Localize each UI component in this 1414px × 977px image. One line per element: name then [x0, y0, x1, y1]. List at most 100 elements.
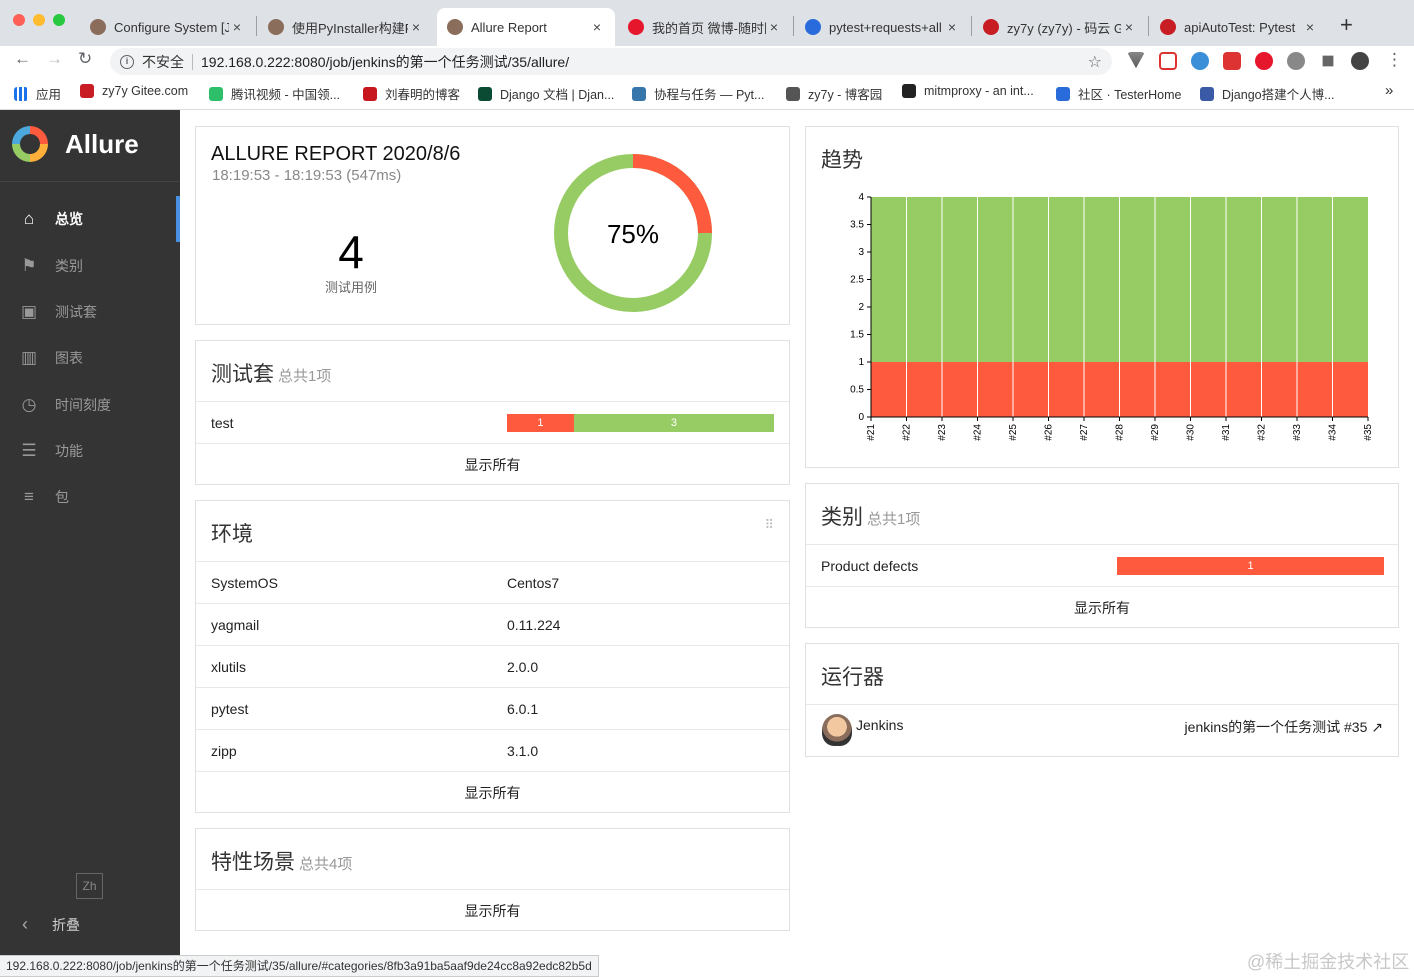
trend-x-tick-label: #28 — [1115, 424, 1126, 441]
browser-tab[interactable]: apiAutoTest: Pytest × — [1150, 8, 1328, 46]
reload-icon[interactable]: ↻ — [78, 49, 92, 69]
executors-widget: 运行器 Jenkins jenkins的第一个任务测试 #35 ↗ — [805, 643, 1399, 757]
trend-x-tick-label: #34 — [1328, 424, 1339, 441]
allure-logo-icon — [12, 126, 48, 162]
sidebar-item-label: 功能 — [55, 443, 83, 459]
trend-y-tick-label: 1 — [858, 357, 864, 368]
tab-favicon-icon — [805, 19, 821, 35]
bookmark-item[interactable]: mitmproxy - an int... — [902, 84, 1034, 98]
bookmark-item[interactable]: Django 文档 | Djan... — [478, 84, 614, 103]
extension-globe-icon[interactable] — [1191, 52, 1209, 70]
drag-handle-icon[interactable]: ⠿ — [764, 517, 773, 533]
suite-row[interactable]: test 1 3 — [196, 401, 789, 443]
bookmark-item[interactable]: zy7y Gitee.com — [80, 84, 188, 98]
trend-y-tick-label: 3.5 — [850, 220, 864, 231]
bookmark-item[interactable]: 刘春明的博客 — [363, 84, 460, 103]
environment-key: xlutils — [211, 658, 247, 675]
profile-avatar-icon[interactable] — [1351, 52, 1369, 70]
bookmark-item[interactable]: 社区 · TesterHome — [1056, 84, 1182, 103]
trend-x-tick-label: #22 — [902, 424, 913, 441]
bookmark-label: 刘春明的博客 — [385, 88, 461, 102]
tab-close-icon[interactable]: × — [1121, 19, 1137, 35]
browser-tab[interactable]: 我的首页 微博-随时随 × — [618, 8, 792, 46]
close-window-button[interactable] — [13, 14, 25, 26]
executor-row: Jenkins jenkins的第一个任务测试 #35 ↗ — [806, 704, 1398, 757]
tab-close-icon[interactable]: × — [229, 19, 245, 35]
extensions-puzzle-icon[interactable] — [1322, 55, 1334, 67]
environment-show-all-button[interactable]: 显示所有 — [196, 771, 789, 813]
executor-build-label: jenkins的第一个任务测试 #35 — [1184, 719, 1368, 735]
sidebar-item-3[interactable]: ▣ 测试套 — [0, 289, 180, 335]
bookmark-star-icon[interactable]: ☆ — [1088, 52, 1102, 72]
sidebar-item-2[interactable]: ⚑ 类别 — [0, 243, 180, 289]
browser-tab[interactable]: zy7y (zy7y) - 码云 G × — [973, 8, 1147, 46]
bookmark-item[interactable]: 应用 — [14, 84, 61, 103]
extension-red-icon[interactable] — [1159, 52, 1177, 70]
extension-cloud-icon[interactable] — [1287, 52, 1305, 70]
tab-close-icon[interactable]: × — [944, 19, 960, 35]
environment-value: 0.11.224 — [507, 616, 561, 633]
categories-show-all-button[interactable]: 显示所有 — [806, 586, 1398, 628]
browser-tab[interactable]: Allure Report × — [437, 8, 615, 46]
tab-close-icon[interactable]: × — [589, 19, 605, 35]
bookmark-item[interactable]: 协程与任务 — Pyt... — [632, 84, 764, 103]
browser-tab[interactable]: Configure System [J × — [80, 8, 255, 46]
category-name: Product defects — [821, 557, 919, 574]
bookmark-item[interactable]: Django搭建个人博... — [1200, 84, 1335, 103]
collapse-button[interactable]: ‹ 折叠 — [22, 914, 80, 935]
insecure-label: 不安全 — [142, 53, 184, 70]
categories-count: 总共1项 — [867, 511, 921, 528]
environment-key: pytest — [211, 700, 249, 717]
trend-x-tick-label: #33 — [1292, 424, 1303, 441]
tab-close-icon[interactable]: × — [408, 19, 424, 35]
tab-favicon-icon — [447, 19, 463, 35]
executor-build-link[interactable]: jenkins的第一个任务测试 #35 ↗ — [1185, 717, 1383, 737]
extension-fe-icon[interactable] — [1223, 52, 1241, 70]
bookmark-item[interactable]: zy7y - 博客园 — [786, 84, 882, 103]
bookmarks-bar: 应用 zy7y Gitee.com 腾讯视频 - 中国领... 刘春明的博客 Djang… — [0, 76, 1414, 110]
bookmark-label: zy7y Gitee.com — [102, 84, 189, 98]
sidebar-item-7[interactable]: ≡ 包 — [0, 474, 180, 520]
language-switch[interactable]: Zh — [76, 873, 103, 899]
url-text[interactable]: 192.168.0.222:8080/job/jenkins的第一个任务测试/3… — [201, 52, 569, 72]
sidebar-item-4[interactable]: ▥ 图表 — [0, 335, 180, 381]
bookmark-favicon-icon — [1056, 86, 1070, 101]
bookmark-favicon-icon — [478, 86, 492, 101]
extension-weibo-icon[interactable] — [1255, 52, 1273, 70]
extension-vue-icon[interactable] — [1127, 52, 1145, 69]
browser-tab[interactable]: pytest+requests+all × — [795, 8, 970, 46]
sidebar-item-5[interactable]: ◷ 时间刻度 — [0, 382, 180, 428]
features-show-all-button[interactable]: 显示所有 — [196, 889, 789, 931]
category-row[interactable]: Product defects 1 — [806, 544, 1398, 586]
minimize-window-button[interactable] — [33, 14, 45, 26]
menu-kebab-icon[interactable]: ⋮ — [1386, 50, 1403, 70]
suites-title: 测试套 — [211, 363, 274, 386]
trend-chart: 0 0.5 1 1.5 2 2.5 3 3.5 4 #21 #22 #23 #24 #25 #26 #27 #2… — [850, 192, 1374, 441]
environment-header: 环境 — [211, 518, 253, 548]
bookmarks-more-button[interactable]: » — [1385, 82, 1393, 99]
forward-icon[interactable]: → — [46, 49, 63, 69]
new-tab-button[interactable]: + — [1340, 12, 1353, 38]
maximize-window-button[interactable] — [53, 14, 65, 26]
suites-count: 总共1项 — [278, 368, 332, 385]
sidebar-item-1[interactable]: ⌂ 总览 — [0, 196, 180, 242]
sidebar-item-label: 总览 — [55, 211, 83, 227]
allure-logo[interactable]: Allure — [12, 126, 139, 162]
sidebar-item-6[interactable]: ☰ 功能 — [0, 428, 180, 474]
bookmark-item[interactable]: 腾讯视频 - 中国领... — [209, 84, 340, 103]
tab-close-icon[interactable]: × — [766, 19, 782, 35]
back-icon[interactable]: ← — [14, 49, 31, 69]
trend-x-tick-label: #35 — [1363, 424, 1374, 441]
browser-tab[interactable]: 使用PyInstaller构建P × — [258, 8, 434, 46]
sidebar-item-label: 图表 — [55, 350, 83, 366]
watermark: @稀土掘金技术社区 — [1247, 952, 1410, 972]
category-status-bar: 1 — [1117, 557, 1384, 575]
home-icon: ⌂ — [23, 209, 35, 228]
suites-show-all-button[interactable]: 显示所有 — [196, 443, 789, 485]
test-count-label: 测试用例 — [324, 280, 377, 295]
tab-close-icon[interactable]: × — [1302, 19, 1318, 35]
external-link-icon: ↗ — [1371, 719, 1383, 735]
suite-status-bar: 1 3 — [507, 414, 774, 432]
info-icon[interactable]: i — [120, 54, 134, 69]
address-bar[interactable]: i 不安全 192.168.0.222:8080/job/jenkins的第一个… — [110, 48, 1112, 75]
